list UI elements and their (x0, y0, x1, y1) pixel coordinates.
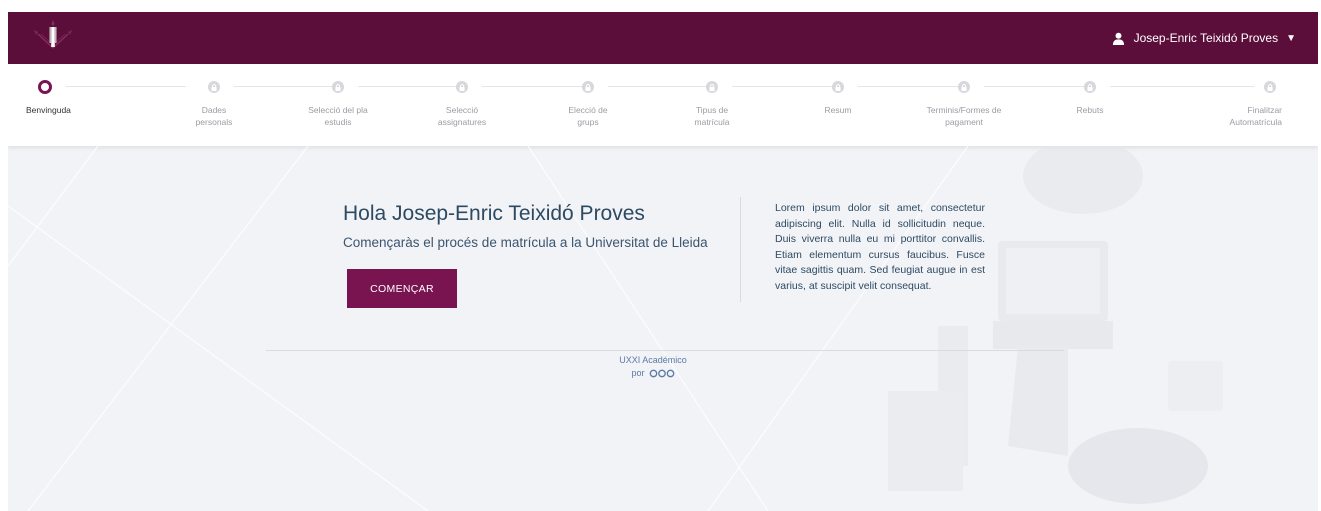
top-navbar: Josep-Enric Teixidó Proves ▼ (8, 12, 1318, 64)
enrollment-stepper: Benvinguda Dades personals Selecció del … (8, 64, 1318, 146)
user-menu[interactable]: Josep-Enric Teixidó Proves ▼ (1112, 12, 1296, 64)
app-frame: Josep-Enric Teixidó Proves ▼ Benvinguda … (8, 12, 1318, 511)
step-seleccio-assignatures[interactable]: Selecció assignatures (407, 64, 517, 146)
step-label: Elecció de grups (568, 105, 608, 127)
step-label: Terminis/Formes de pagament (926, 105, 1002, 127)
greeting-subtitle: Començaràs el procés de matrícula a la U… (343, 235, 708, 250)
step-rebuts[interactable]: Rebuts (1035, 64, 1145, 146)
lock-icon (332, 81, 344, 93)
footer-divider (266, 350, 1064, 351)
lock-icon (1084, 81, 1096, 93)
university-logo[interactable] (28, 18, 78, 58)
info-paragraph: Lorem ipsum dolor sit amet, consectetur … (775, 202, 985, 292)
lock-icon (706, 81, 718, 93)
step-label: Resum (824, 105, 852, 115)
step-seleccio-pla[interactable]: Selecció del pla estudis (283, 64, 393, 146)
step-eleccio-grups[interactable]: Elecció de grups (533, 64, 643, 146)
user-icon (1112, 32, 1124, 45)
caret-down-icon: ▼ (1286, 32, 1296, 44)
step-label: Rebuts (1076, 105, 1104, 115)
footer-brand[interactable]: UXXI Académico por (608, 354, 698, 380)
background-illustration (8, 146, 1223, 511)
vertical-divider (740, 197, 741, 302)
start-button[interactable]: COMENÇAR (347, 269, 457, 308)
product-name: UXXI Académico (619, 355, 687, 365)
step-resum[interactable]: Resum (783, 64, 893, 146)
step-benvinguda[interactable]: Benvinguda (26, 64, 140, 146)
lock-icon (208, 81, 220, 93)
step-finalitzar[interactable]: Finalitzar Automatrícula (1174, 64, 1284, 146)
step-label: Finalitzar Automatrícula (1229, 105, 1282, 127)
step-dades-personals[interactable]: Dades personals (159, 64, 269, 146)
por-label: por (631, 368, 645, 378)
step-label: Benvinguda (26, 105, 71, 115)
lock-icon (582, 81, 594, 93)
lock-icon (832, 81, 844, 93)
step-label: Selecció assignatures (437, 105, 487, 127)
step-label: Selecció del pla estudis (308, 105, 368, 127)
step-tipus-matricula[interactable]: Tipus de matrícula (657, 64, 767, 146)
lock-icon (958, 81, 970, 93)
user-name: Josep-Enric Teixidó Proves (1133, 31, 1279, 45)
lock-icon (1264, 81, 1276, 93)
step-active-icon (38, 80, 52, 94)
step-label: Tipus de matrícula (694, 105, 730, 127)
greeting-title: Hola Josep-Enric Teixidó Proves (343, 202, 645, 225)
step-label: Dades personals (195, 105, 233, 127)
lock-icon (456, 81, 468, 93)
step-terminis-pagament[interactable]: Terminis/Formes de pagament (909, 64, 1019, 146)
vendor-logo-icon (649, 369, 674, 378)
